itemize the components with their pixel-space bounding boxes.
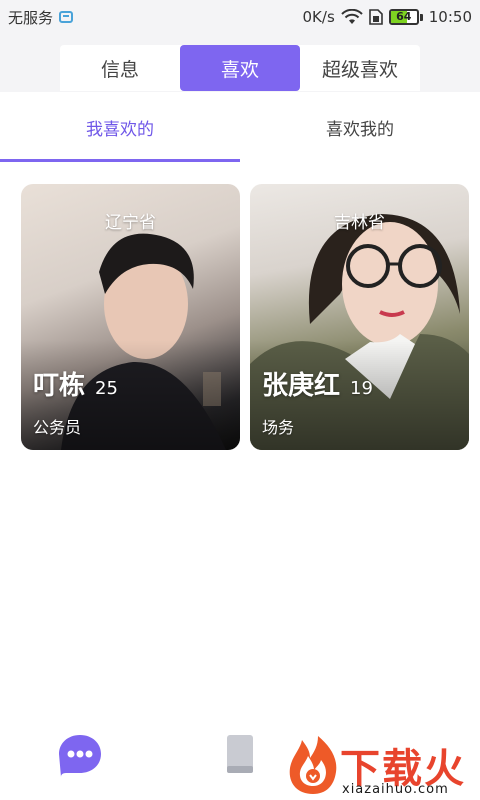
tab-likes[interactable]: 喜欢 — [180, 45, 300, 91]
status-bar: 无服务 0K/s 64 10:50 — [0, 0, 480, 34]
card-name-row: 张庚红 19 — [262, 365, 373, 402]
segmented-tabs: 信息 喜欢 超级喜欢 — [60, 45, 420, 91]
tab-super-likes[interactable]: 超级喜欢 — [300, 45, 420, 91]
card-age: 19 — [350, 378, 373, 399]
battery-icon: 64 — [388, 9, 423, 25]
bottom-nav: 下载火 xiazaihuo.com — [0, 720, 480, 800]
card-province: 辽宁省 — [105, 213, 156, 233]
card-name: 张庚红 — [262, 371, 341, 401]
status-bar-left: 无服务 — [8, 7, 74, 28]
card-name: 叮栋 — [33, 371, 86, 401]
profile-card[interactable]: 辽宁省 叮栋 25 公务员 — [21, 184, 240, 450]
top-bar: 信息 喜欢 超级喜欢 — [0, 34, 480, 92]
watermark-logo: 下载火 xiazaihuo.com — [284, 732, 480, 800]
book-icon[interactable] — [226, 734, 254, 774]
network-speed: 0K/s — [302, 8, 335, 26]
clock: 10:50 — [428, 8, 472, 26]
card-job: 公务员 — [33, 418, 82, 437]
status-bar-right: 0K/s 64 10:50 — [303, 8, 472, 26]
wifi-icon — [341, 9, 363, 24]
card-job: 场务 — [262, 418, 295, 437]
chat-bubble-icon[interactable] — [56, 732, 104, 780]
card-age: 25 — [95, 378, 118, 399]
profile-card-grid: 辽宁省 叮栋 25 公务员 吉林省 张庚红 19 场务 — [21, 184, 469, 452]
flame-logo-icon — [289, 736, 337, 794]
profile-card[interactable]: 吉林省 张庚红 19 场务 — [250, 184, 469, 450]
subtab-i-liked[interactable]: 我喜欢的 — [0, 92, 240, 162]
notification-badge-icon — [59, 11, 74, 23]
sub-tabs: 我喜欢的 喜欢我的 — [0, 92, 480, 162]
tab-messages[interactable]: 信息 — [60, 45, 180, 91]
sim-card-icon — [368, 9, 383, 25]
card-name-row: 叮栋 25 — [33, 365, 118, 402]
carrier-label: 无服务 — [8, 8, 54, 27]
battery-level: 64 — [396, 10, 412, 23]
card-province: 吉林省 — [334, 213, 385, 233]
subtab-liked-me[interactable]: 喜欢我的 — [240, 92, 480, 162]
watermark-subtext: xiazaihuo.com — [342, 782, 449, 797]
